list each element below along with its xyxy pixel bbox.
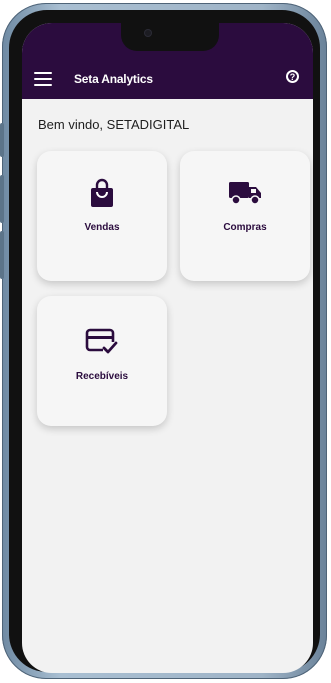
app-screen: Seta Analytics ? Bem vindo, SETADIGITAL …	[22, 23, 313, 673]
welcome-text: Bem vindo, SETADIGITAL	[38, 117, 190, 132]
card-compras[interactable]: Compras	[180, 151, 310, 281]
camera-icon	[144, 29, 152, 37]
menu-icon[interactable]	[34, 72, 52, 86]
app-title: Seta Analytics	[74, 72, 153, 86]
card-label-recebiveis: Recebíveis	[75, 371, 129, 382]
phone-frame: Seta Analytics ? Bem vindo, SETADIGITAL …	[0, 3, 327, 679]
phone-side-button	[0, 123, 4, 157]
truck-icon	[229, 182, 261, 205]
phone-notch	[121, 23, 219, 51]
shopping-bag-icon	[91, 178, 113, 207]
card-label-compras: Compras	[223, 222, 267, 233]
help-icon[interactable]: ?	[286, 70, 299, 83]
card-recebiveis[interactable]: Recebíveis	[37, 296, 167, 426]
phone-side-button	[0, 231, 4, 279]
card-vendas[interactable]: Vendas	[37, 151, 167, 281]
phone-side-button	[0, 175, 4, 223]
card-label-vendas: Vendas	[84, 222, 120, 233]
credit-card-check-icon	[85, 328, 118, 355]
